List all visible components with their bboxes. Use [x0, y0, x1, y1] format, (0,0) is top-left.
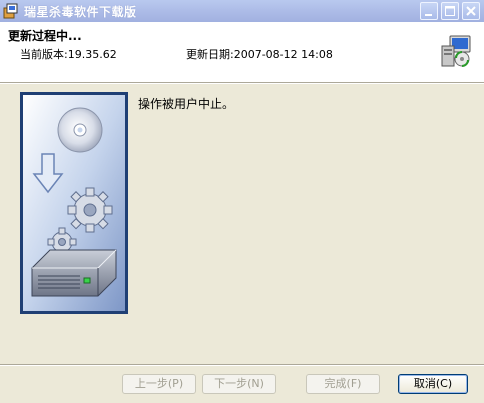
- computer-update-icon: [441, 35, 471, 67]
- header-title: 更新过程中...: [8, 29, 82, 43]
- next-button[interactable]: 下一步(N): [202, 374, 276, 394]
- update-date-label: 更新日期:2007-08-12 14:08: [186, 48, 333, 61]
- minimize-icon: [425, 14, 432, 16]
- current-version-label: 当前版本:19.35.62: [20, 48, 117, 61]
- cancel-button[interactable]: 取消(C): [398, 374, 468, 394]
- minimize-button[interactable]: [420, 2, 438, 20]
- status-message: 操作被用户中止。: [138, 97, 235, 111]
- close-button[interactable]: [462, 2, 480, 20]
- maximize-icon: [445, 6, 455, 16]
- cd-to-disk-gears-illustration: [20, 92, 128, 314]
- installer-window: 瑞星杀毒软件下载版 更新过程中... 当前版本:19.35.62 更新日期:20…: [0, 0, 484, 403]
- maximize-button[interactable]: [441, 2, 459, 20]
- back-button[interactable]: 上一步(P): [122, 374, 196, 394]
- header-panel: 更新过程中... 当前版本:19.35.62 更新日期:2007-08-12 1…: [0, 22, 484, 82]
- close-icon: [466, 6, 476, 16]
- finish-button[interactable]: 完成(F): [306, 374, 380, 394]
- installer-box-icon: [3, 3, 18, 19]
- window-title: 瑞星杀毒软件下载版: [24, 5, 137, 19]
- title-bar[interactable]: 瑞星杀毒软件下载版: [0, 0, 484, 22]
